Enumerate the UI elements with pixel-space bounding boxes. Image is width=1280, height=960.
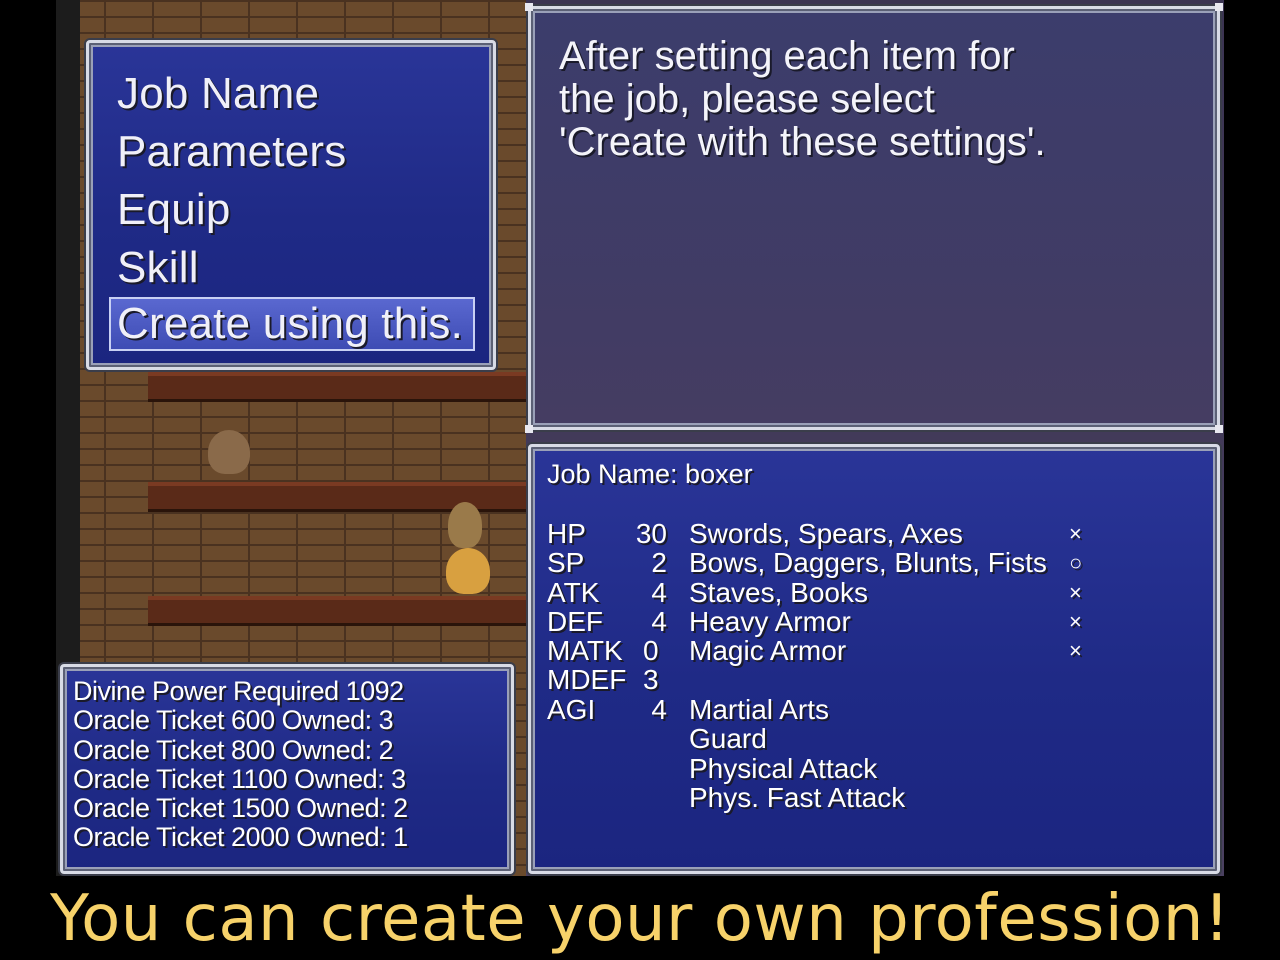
- window-corner: [1215, 425, 1223, 433]
- stat-row: MDEF 3: [547, 664, 667, 696]
- equipment-label: Staves, Books: [689, 576, 868, 608]
- menu-item-parameters[interactable]: Parameters: [117, 123, 493, 181]
- skill-list: Martial Arts Guard Physical Attack Phys.…: [689, 695, 905, 812]
- equipment-mark: ×: [1069, 638, 1082, 664]
- skill-item: Guard: [689, 723, 767, 755]
- job-status-window: Job Name: boxer HP 30 SP 2 ATK 4 DEF 4 MATK 0…: [528, 444, 1220, 874]
- skill-item: Physical Attack: [689, 752, 878, 784]
- stat-row: AGI 4: [547, 693, 667, 725]
- stat-key: ATK: [547, 576, 600, 608]
- stat-value: 4: [651, 576, 667, 608]
- stat-value: 4: [651, 693, 667, 725]
- divine-power-required: Divine Power Required 1092: [73, 676, 404, 706]
- equipment-mark: ×: [1069, 579, 1082, 605]
- equipment-row: Heavy Armor ×: [689, 607, 1089, 636]
- stat-key: MDEF: [547, 664, 627, 696]
- stat-row: ATK 4: [547, 576, 667, 608]
- oracle-ticket-row: Oracle Ticket 800 Owned: 2: [73, 734, 394, 765]
- window-corner: [525, 3, 533, 11]
- stat-row: DEF 4: [547, 605, 667, 637]
- promo-caption: You can create your own profession!: [49, 882, 1231, 956]
- equipment-label: Magic Armor: [689, 635, 847, 667]
- equipment-label: Swords, Spears, Axes: [689, 518, 963, 549]
- stat-value: 2: [651, 547, 667, 579]
- stat-key: SP: [547, 547, 585, 579]
- skill-item: Phys. Fast Attack: [689, 781, 906, 813]
- equipment-mark: ×: [1069, 608, 1082, 634]
- cost-window: Divine Power Required 1092 Oracle Ticket…: [60, 664, 514, 874]
- equipment-label: Bows, Daggers, Blunts, Fists: [689, 547, 1047, 579]
- stat-row: HP 30: [547, 518, 667, 549]
- equipment-mark: ×: [1069, 521, 1082, 546]
- stat-key: AGI: [547, 693, 596, 725]
- stat-key: DEF: [547, 605, 603, 637]
- menu-item-create[interactable]: Create using this.: [109, 297, 475, 351]
- stat-value: 4: [651, 605, 667, 637]
- menu-item-job-name[interactable]: Job Name: [117, 65, 493, 123]
- menu-item-skill[interactable]: Skill: [117, 239, 493, 297]
- npc-sprite: [208, 430, 250, 474]
- equipment-label: Heavy Armor: [689, 605, 851, 637]
- stat-value: 3: [643, 664, 659, 696]
- command-menu-window: Job Name Parameters Equip Skill Create u…: [86, 40, 496, 370]
- menu-item-equip[interactable]: Equip: [117, 181, 493, 239]
- stat-key: HP: [547, 518, 586, 549]
- window-corner: [525, 425, 533, 433]
- equipment-row: Magic Armor ×: [689, 636, 1089, 665]
- oracle-ticket-row: Oracle Ticket 600 Owned: 3: [73, 705, 394, 736]
- stat-key: MATK: [547, 635, 623, 667]
- equipment-row: Bows, Daggers, Blunts, Fists ○: [689, 548, 1089, 577]
- npc-sprite: [446, 548, 490, 594]
- help-text-line: After setting each item for: [559, 34, 1015, 78]
- equipment-row: Staves, Books ×: [689, 576, 1089, 608]
- job-name-label: Job Name: boxer: [547, 459, 753, 489]
- help-window: After setting each item for the job, ple…: [525, 3, 1223, 433]
- equipment-row: Swords, Spears, Axes ×: [689, 519, 1089, 548]
- equipment-mark: ○: [1069, 550, 1083, 576]
- shelf-ledge: [148, 372, 528, 402]
- oracle-ticket-row: Oracle Ticket 1500 Owned: 2: [73, 793, 408, 824]
- stat-row: MATK 0: [547, 635, 667, 667]
- stats-list: HP 30 SP 2 ATK 4 DEF 4 MATK 0 MDEF 3 AGI 4: [547, 519, 667, 724]
- help-text-line: the job, please select: [559, 77, 935, 121]
- equipment-list: Swords, Spears, Axes × Bows, Daggers, Blu…: [689, 519, 1089, 665]
- oracle-ticket-row: Oracle Ticket 2000 Owned: 1: [73, 822, 408, 853]
- stat-value: 0: [643, 635, 659, 667]
- window-corner: [1215, 3, 1223, 11]
- stat-value: 30: [635, 518, 667, 549]
- stat-row: SP 2: [547, 547, 667, 579]
- shelf-ledge: [148, 596, 528, 626]
- help-text-line: 'Create with these settings'.: [559, 120, 1046, 164]
- oracle-ticket-row: Oracle Ticket 1100 Owned: 3: [73, 763, 406, 794]
- npc-sprite: [448, 502, 482, 548]
- skill-item: Martial Arts: [689, 694, 830, 725]
